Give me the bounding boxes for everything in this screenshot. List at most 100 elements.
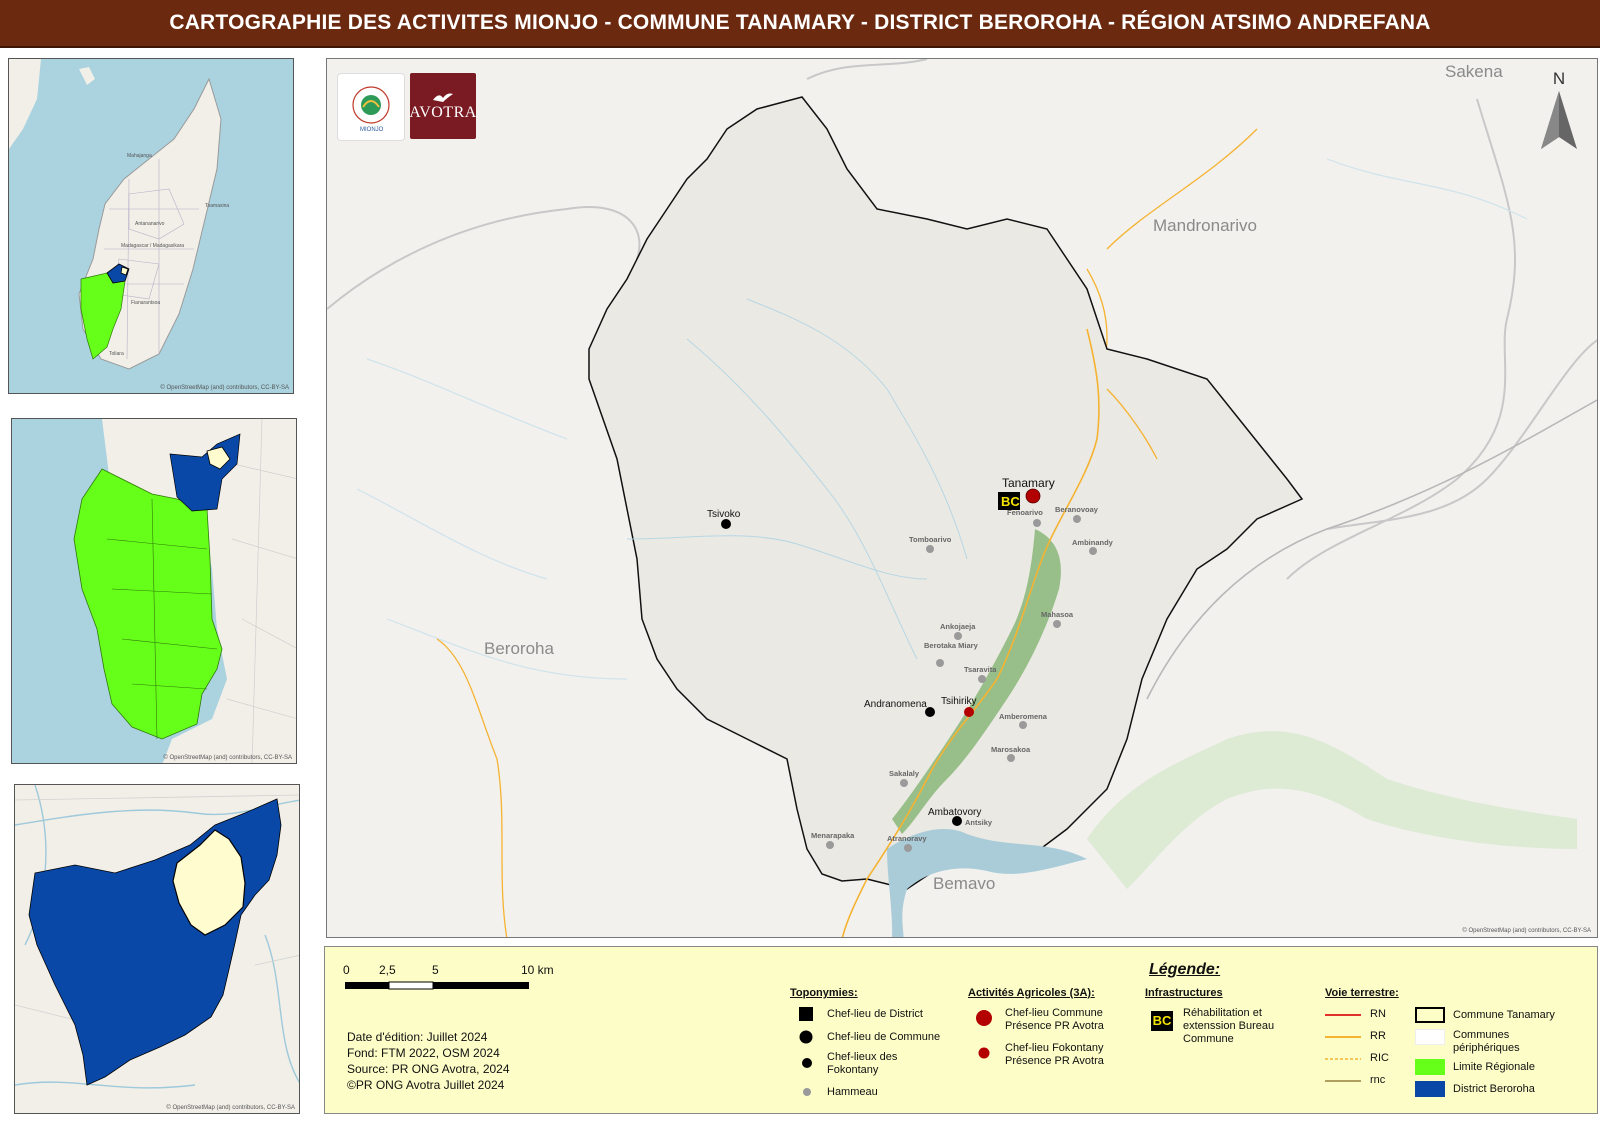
- hamlet-beranovoay: [1073, 515, 1081, 523]
- inset-region-svg: [12, 419, 296, 763]
- label-sakena: Sakena: [1445, 62, 1503, 81]
- hamlet-mahasoa: [1053, 620, 1061, 628]
- legend-rr: RR: [1370, 1030, 1386, 1042]
- label-tsivoko: Tsivoko: [707, 509, 741, 520]
- rnc-symbol: [1325, 1080, 1361, 1082]
- label-tomboarivo: Tomboarivo: [909, 535, 952, 544]
- mionjo-logo-text: MIONJO: [360, 127, 384, 133]
- edition-block: Date d'édition: Juillet 2024 Fond: FTM 2…: [347, 1029, 510, 1093]
- main-map: Sakena Mandronarivo Beroroha Bemavo Feno…: [326, 58, 1598, 938]
- avotra-logo: AVOTRA: [409, 73, 477, 139]
- bird-icon: [433, 93, 453, 102]
- inset3-credit: © OpenStreetMap (and) contributors, CC-B…: [166, 1105, 295, 1111]
- rr-symbol: [1325, 1036, 1361, 1038]
- legend-ric: RIC: [1370, 1052, 1389, 1064]
- inset-district-svg: [15, 785, 299, 1113]
- hamlet-menarapaka: [826, 841, 834, 849]
- hamlet-marosakoa: [1007, 754, 1015, 762]
- label-atranoravy: Atranoravy: [887, 834, 927, 843]
- hamlet-ankojaeja: [954, 632, 962, 640]
- marker-tsivoko: [721, 519, 731, 529]
- inset-label-fianarantsoa: Fianarantsoa: [131, 300, 160, 306]
- activites-heading: Activités Agricoles (3A):: [968, 987, 1095, 999]
- inset-madagascar: Mahajanga Madagascar / Madagasikara Toam…: [8, 58, 294, 394]
- hameau-symbol: [803, 1088, 811, 1096]
- legend-activity-commune: Chef-lieu Commune Présence PR Avotra: [1005, 1007, 1104, 1032]
- hamlet-amberomena: [1019, 721, 1027, 729]
- legend-communes-peripheriques: Communes périphériques: [1453, 1029, 1520, 1054]
- inset-madagascar-svg: Mahajanga Madagascar / Madagasikara Toam…: [9, 59, 293, 393]
- legend-chef-lieu-commune: Chef-lieu de Commune: [827, 1031, 941, 1043]
- label-menarapaka: Menarapaka: [811, 831, 855, 840]
- label-amberomena: Amberomena: [999, 712, 1048, 721]
- legend-activity-fokontany: Chef-lieu Fokontany Présence PR Avotra: [1005, 1042, 1104, 1067]
- inset-label-madagascar: Madagascar / Madagasikara: [121, 243, 184, 249]
- legend-rn: RN: [1370, 1008, 1386, 1020]
- legend-rehabilitation: Réhabilitation et extenssion Bureau Comm…: [1183, 1007, 1275, 1045]
- label-antsiky: Antsiky: [965, 818, 993, 827]
- chef-lieu-fokontany-symbol: [802, 1058, 812, 1068]
- legend-commune-tanamary: Commune Tanamary: [1453, 1009, 1555, 1021]
- marker-tsihiriky: [964, 707, 974, 717]
- inset-label-toliara: Toliara: [109, 351, 124, 357]
- inset-label-toamasina: Toamasina: [205, 203, 229, 209]
- main-map-credit: © OpenStreetMap (and) contributors, CC-B…: [1462, 928, 1591, 934]
- edition-fond: Fond: FTM 2022, OSM 2024: [347, 1046, 500, 1060]
- voie-heading: Voie terrestre:: [1325, 987, 1399, 999]
- inset-label-antananarivo: Antananarivo: [135, 221, 165, 227]
- legend-title: Légende:: [1149, 961, 1221, 978]
- chef-lieu-commune-symbol: [799, 1030, 813, 1044]
- north-arrow: N: [1539, 69, 1579, 156]
- inset2-credit: © OpenStreetMap (and) contributors, CC-B…: [163, 755, 292, 761]
- inset-region: © OpenStreetMap (and) contributors, CC-B…: [11, 418, 297, 764]
- hamlet-fenoarivo: [1033, 519, 1041, 527]
- bc-badge-legend: BC: [1151, 1011, 1173, 1031]
- north-arrow-icon: [1541, 91, 1577, 149]
- activity-commune-symbol: [976, 1010, 992, 1026]
- scale-bar: [345, 981, 529, 990]
- legend-limite-regionale: Limite Régionale: [1453, 1061, 1535, 1073]
- label-andranomena: Andranomena: [864, 699, 927, 710]
- label-tsihiriky: Tsihiriky: [941, 696, 977, 707]
- north-label: N: [1552, 69, 1566, 88]
- label-ambatovory: Ambatovory: [928, 807, 981, 818]
- label-tsaravita: Tsaravita: [964, 665, 997, 674]
- district-beroroha-symbol: [1415, 1081, 1445, 1097]
- label-ambinandy: Ambinandy: [1072, 538, 1114, 547]
- hamlet-tsaravita: [978, 675, 986, 683]
- edition-date: Date d'édition: Juillet 2024: [347, 1030, 488, 1044]
- bc-badge-map-text: BC: [1001, 494, 1020, 509]
- scale-label-0: 0: [343, 963, 350, 977]
- commune-tanamary-symbol: [1415, 1007, 1445, 1023]
- avotra-logo-text: AVOTRA: [409, 104, 477, 121]
- scale-label-10: 10 km: [521, 963, 554, 977]
- label-beroroha: Beroroha: [484, 639, 554, 658]
- hamlet-berotaka: [936, 659, 944, 667]
- inset1-credit: © OpenStreetMap (and) contributors, CC-B…: [160, 385, 289, 391]
- communes-peripheriques-symbol: [1415, 1029, 1445, 1045]
- marker-tanamary: [1025, 488, 1041, 504]
- legend-chef-lieu-district: Chef-lieu de District: [827, 1008, 923, 1020]
- rn-symbol: [1325, 1014, 1361, 1016]
- legend-panel: Légende: 0 2,5 5 10 km Date d'édition: J…: [324, 946, 1598, 1114]
- title-bar: CARTOGRAPHIE DES ACTIVITES MIONJO - COMM…: [0, 0, 1600, 48]
- hamlet-sakalaly: [900, 779, 908, 787]
- legend-chef-lieux-fokontany: Chef-lieux des Fokontany: [827, 1051, 898, 1076]
- map-title: CARTOGRAPHIE DES ACTIVITES MIONJO - COMM…: [169, 11, 1431, 34]
- label-berotaka-miary: Berotaka Miary: [924, 641, 979, 650]
- edition-copyright: ©PR ONG Avotra Juillet 2024: [347, 1078, 505, 1092]
- label-sakalaly: Sakalaly: [889, 769, 920, 778]
- chef-lieu-district-symbol: [799, 1007, 813, 1021]
- legend-rnc: rnc: [1370, 1074, 1386, 1086]
- label-ankojaeja: Ankojaeja: [940, 622, 976, 631]
- activity-fokontany-symbol: [978, 1047, 990, 1059]
- mionjo-logo-icon: MIONJO: [352, 86, 390, 133]
- infrastructures-heading: Infrastructures: [1145, 987, 1223, 999]
- label-marosakoa: Marosakoa: [991, 745, 1031, 754]
- inset-district: © OpenStreetMap (and) contributors, CC-B…: [14, 784, 300, 1114]
- mionjo-logo: MIONJO: [337, 73, 405, 141]
- legend-hameau: Hammeau: [827, 1086, 878, 1098]
- limite-regionale-symbol: [1415, 1059, 1445, 1075]
- scale-label-5: 5: [432, 963, 439, 977]
- edition-source: Source: PR ONG Avotra, 2024: [347, 1062, 510, 1076]
